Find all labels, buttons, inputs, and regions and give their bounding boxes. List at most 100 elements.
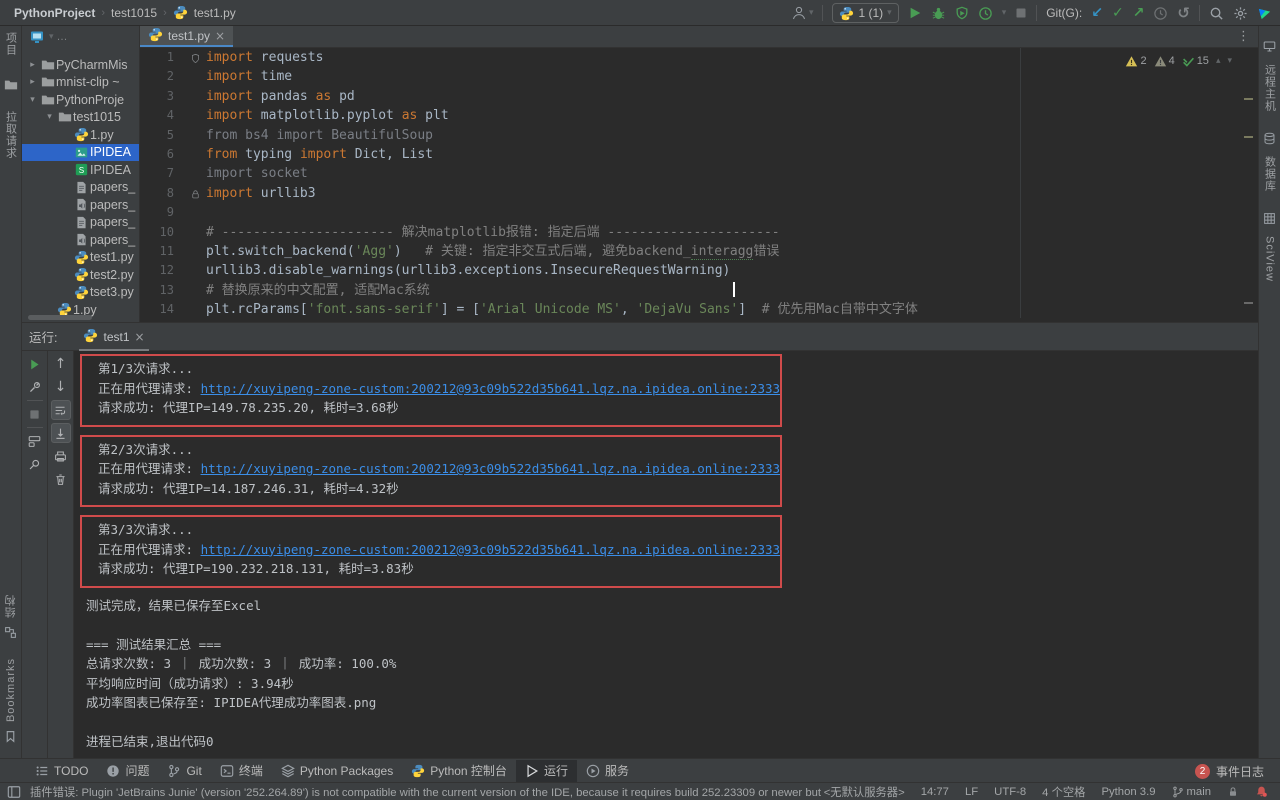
status-item[interactable]: 14:77 xyxy=(921,786,949,798)
tree-item-tset3-py[interactable]: tset3.py xyxy=(22,284,139,302)
scrollend-button[interactable] xyxy=(51,423,71,443)
tree-item-pythonproje[interactable]: ▾PythonProje xyxy=(22,91,139,109)
tool-tab-project[interactable]: 项目 xyxy=(3,32,19,56)
tab-test1py[interactable]: test1.py × xyxy=(140,26,233,47)
more-vertical-icon[interactable]: ⋮ xyxy=(1237,29,1250,44)
tree-item-ipidea[interactable]: IPIDEA xyxy=(22,144,139,162)
git-rollback-button[interactable]: ↺ xyxy=(1177,6,1190,20)
tool-tab-bookmarks[interactable]: Bookmarks xyxy=(5,658,17,722)
folder-tool-icon[interactable] xyxy=(4,78,18,97)
tree-item-papers-[interactable]: papers_ xyxy=(22,231,139,249)
sciview-icon[interactable] xyxy=(1263,212,1276,230)
tree-item-1-py[interactable]: 1.py xyxy=(22,126,139,144)
status-item[interactable]: LF xyxy=(965,786,978,798)
tree-item-pycharmmis[interactable]: ▸PyCharmMis xyxy=(22,56,139,74)
close-icon[interactable]: × xyxy=(135,330,145,344)
profiler-button[interactable] xyxy=(978,6,993,21)
tool-window-button--[interactable]: 运行 xyxy=(516,760,577,782)
tool-window-button--[interactable]: 问题 xyxy=(97,760,158,782)
tree-item-papers-[interactable]: papers_ xyxy=(22,214,139,232)
structure-icon[interactable] xyxy=(4,626,17,644)
inspections-widget[interactable]: 24 15 ▴ ▾ xyxy=(1125,54,1232,68)
proxy-url-link[interactable]: http://xuyipeng-zone-custom:200212@93c09… xyxy=(201,542,780,557)
git-update-button[interactable]: ↙ xyxy=(1091,6,1103,20)
run-tab-test1[interactable]: test1 × xyxy=(79,323,148,351)
close-icon[interactable]: × xyxy=(215,29,225,43)
status-item[interactable]: UTF-8 xyxy=(994,786,1026,798)
tool-window-button-python-packages[interactable]: Python Packages xyxy=(272,760,402,782)
git-history-button[interactable] xyxy=(1153,6,1168,21)
error-stripe-mark[interactable] xyxy=(1244,302,1253,304)
pin-button[interactable] xyxy=(25,454,45,474)
wrench-button[interactable] xyxy=(25,377,45,397)
tree-item-papers-[interactable]: papers_ xyxy=(22,196,139,214)
tool-window-button--[interactable]: 服务 xyxy=(577,760,638,782)
proxy-url-link[interactable]: http://xuyipeng-zone-custom:200212@93c09… xyxy=(201,461,780,476)
print-button[interactable] xyxy=(51,446,71,466)
trash-button[interactable] xyxy=(51,469,71,489)
chevron-down-icon[interactable]: ▾ xyxy=(26,95,39,105)
resolved-count[interactable]: 15 xyxy=(1182,55,1209,68)
tool-window-button--[interactable]: 终端 xyxy=(211,760,272,782)
stop-button[interactable] xyxy=(1015,7,1027,19)
profiler-dropdown[interactable]: ▾ xyxy=(1002,6,1007,20)
up-button[interactable]: ↑ xyxy=(51,354,71,374)
remote-host-icon[interactable] xyxy=(1263,40,1276,58)
proxy-url-link[interactable]: http://xuyipeng-zone-custom:200212@93c09… xyxy=(201,381,780,396)
tool-window-button-git[interactable]: Git xyxy=(158,760,210,782)
user-menu-button[interactable]: ▾ xyxy=(791,5,814,21)
tree-item-papers-[interactable]: papers_ xyxy=(22,179,139,197)
search-everywhere-button[interactable] xyxy=(1209,6,1224,21)
layout-button[interactable] xyxy=(25,431,45,451)
stop-sq-button[interactable] xyxy=(25,404,45,424)
tool-window-button-python-[interactable]: Python 控制台 xyxy=(402,760,516,782)
tool-window-button-todo[interactable]: TODO xyxy=(26,760,97,782)
project-hscrollbar[interactable] xyxy=(28,315,92,320)
event-log-button[interactable]: 2事件日志 xyxy=(1195,759,1264,783)
status-item[interactable]: Python 3.9 xyxy=(1101,786,1155,798)
git-branch-widget[interactable]: main xyxy=(1172,786,1212,798)
database-icon[interactable] xyxy=(1263,132,1276,150)
rerun-button[interactable] xyxy=(25,354,45,374)
warnings-count[interactable]: 2 xyxy=(1125,55,1146,68)
status-item[interactable]: <无默认服务器> xyxy=(824,784,905,800)
error-stripe-mark[interactable] xyxy=(1244,136,1253,138)
prev-issue-icon[interactable]: ▴ xyxy=(1216,54,1221,68)
code-editor[interactable]: 1import requests2import time3import pand… xyxy=(140,48,1258,318)
tool-tab-pull-requests[interactable]: 拉取请求 xyxy=(3,111,19,159)
tool-tab-sciview[interactable]: SciView xyxy=(1264,236,1276,282)
git-push-button[interactable]: ↗ xyxy=(1133,6,1145,20)
coverage-button[interactable] xyxy=(955,6,969,20)
tool-tab-structure[interactable]: 结构 xyxy=(3,594,19,618)
breadcrumb-item[interactable]: PythonProject xyxy=(14,6,95,20)
tree-item-ipidea[interactable]: SIPIDEA xyxy=(22,161,139,179)
ide-feature-icon[interactable] xyxy=(1257,6,1272,21)
tree-item-test1015[interactable]: ▾test1015 xyxy=(22,109,139,127)
tree-item-test2-py[interactable]: test2.py xyxy=(22,266,139,284)
notifications-bell-icon[interactable] xyxy=(1255,785,1268,798)
settings-button[interactable] xyxy=(1233,6,1248,21)
bookmark-icon[interactable] xyxy=(4,730,17,748)
console-output[interactable]: 第1/3次请求...正在用代理请求: http://xuyipeng-zone-… xyxy=(74,351,1252,758)
tool-tab-remote-host[interactable]: 远程主机 xyxy=(1262,64,1278,112)
project-view-selector[interactable]: ▾… xyxy=(22,26,139,48)
run-button[interactable] xyxy=(908,6,922,20)
tree-item-test1-py[interactable]: test1.py xyxy=(22,249,139,267)
breadcrumb-item[interactable]: test1015 xyxy=(111,6,157,20)
softwrap-button[interactable] xyxy=(51,400,71,420)
chevron-right-icon[interactable]: ▸ xyxy=(26,77,39,87)
error-stripe-mark[interactable] xyxy=(1244,98,1253,100)
run-configuration-select[interactable]: 1 (1)▾ xyxy=(832,3,898,23)
status-item[interactable]: 4 个空格 xyxy=(1042,784,1085,800)
tree-item-mnist-clip-[interactable]: ▸mnist-clip ~ xyxy=(22,74,139,92)
readonly-lock-icon[interactable] xyxy=(1227,786,1239,798)
down-button[interactable]: ↓ xyxy=(51,377,71,397)
git-commit-button[interactable]: ✓ xyxy=(1112,6,1124,20)
next-issue-icon[interactable]: ▾ xyxy=(1227,54,1232,68)
window-layout-icon[interactable] xyxy=(7,785,21,800)
chevron-down-icon[interactable]: ▾ xyxy=(43,112,56,122)
weak-warnings-count[interactable]: 4 xyxy=(1154,55,1175,68)
debug-button[interactable] xyxy=(931,6,946,21)
breadcrumb-item[interactable]: test1.py xyxy=(194,6,236,20)
chevron-right-icon[interactable]: ▸ xyxy=(26,60,39,70)
